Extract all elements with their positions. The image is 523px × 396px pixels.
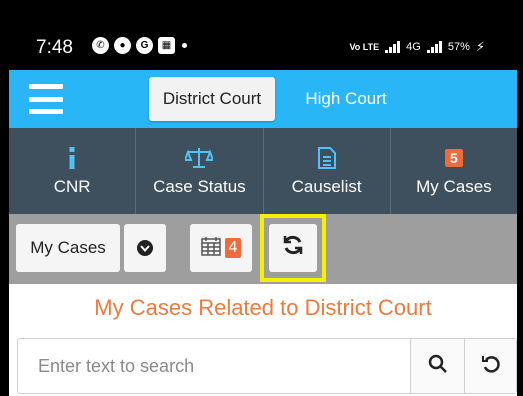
my-cases-count-badge: 5 [444, 149, 463, 167]
tab-high-court[interactable]: High Court [287, 77, 405, 121]
document-icon [317, 145, 336, 171]
status-time: 7:48 [36, 37, 73, 58]
app-bar: District Court High Court [9, 70, 517, 128]
calendar-count-badge: 4 [224, 238, 242, 258]
screen-border-left [0, 0, 9, 396]
refresh-highlight-box [260, 214, 326, 282]
refresh-button[interactable] [269, 224, 317, 272]
menu-icon[interactable] [29, 84, 63, 114]
my-cases-button[interactable]: My Cases [16, 224, 120, 272]
gallery-icon: ▦ [158, 37, 175, 54]
battery-percent: 57% [447, 41, 470, 53]
nav-label-case-status: Case Status [153, 177, 246, 196]
nav-label-cnr: CNR [53, 177, 91, 196]
more-notifications-dot [182, 43, 187, 48]
jio-icon: ● [114, 37, 131, 54]
nav-item-cnr[interactable]: CNR [9, 128, 137, 214]
nav-label-my-cases: My Cases [416, 177, 492, 196]
calendar-button[interactable]: 4 [190, 224, 252, 272]
search-bar [17, 338, 517, 394]
cases-toolbar: My Cases 4 [9, 214, 517, 284]
notification-icons: ✆ ● G ▦ [92, 37, 187, 54]
calendar-icon [200, 236, 221, 261]
chevron-down-icon [137, 240, 153, 256]
search-input[interactable] [18, 339, 408, 393]
refresh-icon [282, 234, 304, 262]
info-icon [68, 145, 76, 171]
signal-2-icon [426, 41, 442, 53]
nav-item-case-status[interactable]: Case Status [136, 128, 264, 214]
system-indicators: Vo LTE 4G 57% ⚡ [349, 39, 485, 55]
main-nav: CNR Case Status Causelist 5 My Cases [9, 128, 517, 214]
phone-screen: 7:48 ✆ ● G ▦ Vo LTE 4G 57% ⚡ District Co… [9, 0, 517, 396]
screen-border-right [517, 0, 523, 396]
status-bar: 7:48 ✆ ● G ▦ Vo LTE 4G 57% ⚡ [9, 0, 517, 70]
whatsapp-icon: ✆ [92, 37, 109, 54]
nav-item-my-cases[interactable]: 5 My Cases [391, 128, 517, 214]
undo-icon [481, 354, 501, 379]
search-button[interactable] [410, 339, 464, 393]
google-icon: G [136, 37, 153, 54]
dropdown-button[interactable] [124, 224, 166, 272]
reset-button[interactable] [464, 339, 516, 393]
nav-item-causelist[interactable]: Causelist [264, 128, 391, 214]
my-cases-count-icon: 5 [444, 145, 463, 171]
page-title: My Cases Related to District Court [94, 295, 432, 320]
nav-label-causelist: Causelist [291, 177, 362, 196]
signal-1-icon [385, 41, 401, 53]
tab-district-court[interactable]: District Court [149, 77, 275, 121]
search-icon [428, 354, 448, 379]
charging-icon: ⚡ [475, 39, 485, 54]
scale-icon [185, 145, 214, 171]
volte-indicator: Vo LTE [349, 41, 380, 52]
network-type: 4G [406, 41, 421, 53]
